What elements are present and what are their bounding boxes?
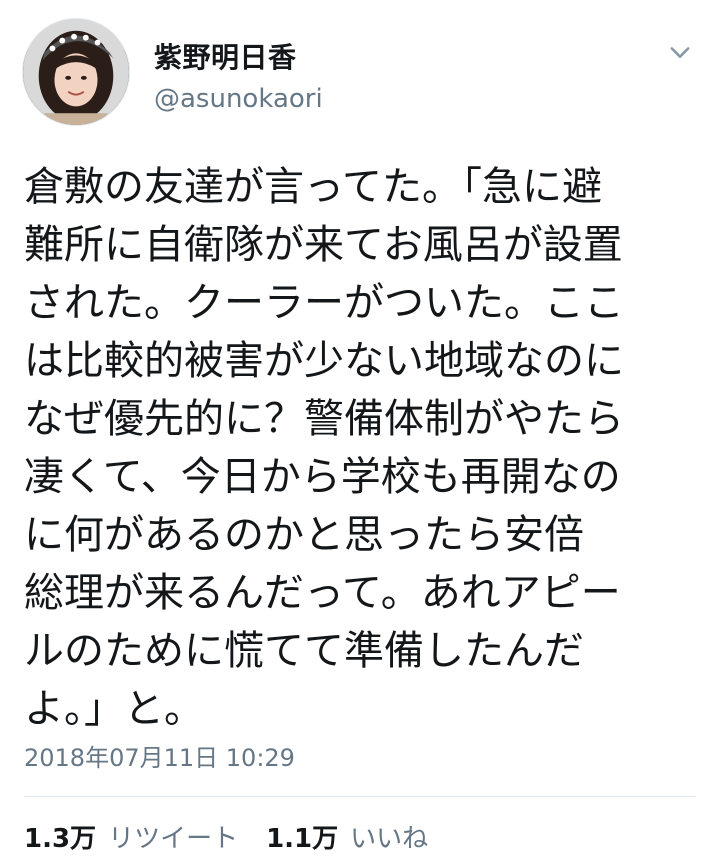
tweet-text-line: は比較的被害が少ない地域なのに [24, 338, 624, 384]
retweets-stat[interactable]: 1.3万 リツイート [24, 818, 238, 855]
tweet-text-line: された。クーラーがついた。ここ [24, 280, 624, 326]
divider [24, 796, 696, 797]
avatar-image [23, 19, 129, 125]
tweet-text-line: 難所に自衛隊が来てお風呂が設置 [24, 222, 623, 268]
tweet-text-line: に何があるのかと思ったら安倍 [24, 512, 584, 558]
likes-count: 1.1万 [266, 824, 339, 854]
tweet-card: 紫野明日香 @asunokaori 倉敷の友達が言ってた。「急に避 難所に自衛隊… [0, 0, 720, 861]
tweet-text: 倉敷の友達が言ってた。「急に避 難所に自衛隊が来てお風呂が設置 された。クーラー… [24, 158, 696, 738]
user-display-name[interactable]: 紫野明日香 [154, 36, 297, 76]
tweet-text-line: 倉敷の友達が言ってた。「急に避 [24, 164, 602, 210]
likes-stat[interactable]: 1.1万 いいね [266, 818, 428, 855]
tweet-text-line: 総理が来るんだって。あれアピー [24, 570, 621, 616]
chevron-down-icon[interactable] [666, 38, 694, 66]
tweet-text-line: 凄くて、今日から学校も再開なの [24, 454, 621, 500]
retweets-label: リツイート [108, 824, 239, 854]
retweets-count: 1.3万 [24, 824, 97, 854]
tweet-text-line: なぜ優先的に？警備体制がやたら [24, 396, 624, 442]
tweet-timestamp[interactable]: 2018年07月11日 10:29 [24, 738, 295, 773]
tweet-stats: 1.3万 リツイート 1.1万 いいね [24, 818, 456, 855]
avatar[interactable] [22, 18, 130, 126]
tweet-text-line: よ。」と。 [24, 686, 204, 732]
likes-label: いいね [350, 824, 429, 854]
user-handle[interactable]: @asunokaori [154, 84, 323, 114]
tweet-text-line: ルのために慌てて準備したんだ [24, 628, 584, 674]
